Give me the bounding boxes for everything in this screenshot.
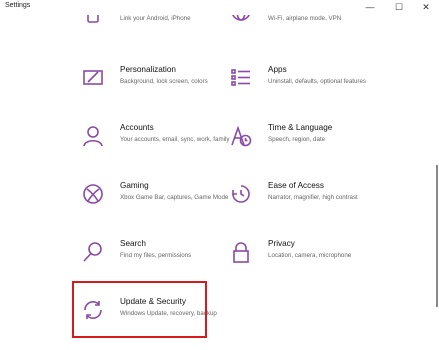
- tile-search[interactable]: Search Find my files, permissions: [82, 239, 242, 283]
- person-icon: [82, 125, 104, 147]
- tile-accounts[interactable]: Accounts Your accounts, email, sync, wor…: [82, 123, 242, 167]
- tile-apps[interactable]: Apps Uninstall, defaults, optional featu…: [230, 65, 390, 109]
- tile-accounts-title: Accounts: [120, 123, 154, 132]
- personalization-icon: [82, 67, 104, 89]
- tile-ease-of-access-title: Ease of Access: [268, 181, 324, 190]
- tile-phone-desc: Link your Android, iPhone: [120, 15, 191, 22]
- phone-icon: [82, 15, 104, 25]
- tile-gaming-title: Gaming: [120, 181, 149, 190]
- tile-search-desc: Find my files, permissions: [120, 252, 192, 259]
- search-icon: [82, 241, 104, 263]
- scrollbar[interactable]: [436, 165, 438, 307]
- tile-ease-of-access[interactable]: Ease of Access Narrator, magnifier, high…: [230, 181, 390, 225]
- close-button[interactable]: ✕: [413, 0, 439, 15]
- tile-ease-of-access-desc: Narrator, magnifier, high contrast: [268, 194, 358, 201]
- tile-time-language-desc: Speech, region, date: [268, 136, 326, 143]
- tile-time-language[interactable]: Time & Language Speech, region, date: [230, 123, 390, 167]
- tile-personalization[interactable]: Personalization Background, lock screen,…: [82, 65, 242, 109]
- tile-network-desc: Wi-Fi, airplane mode, VPN: [268, 15, 342, 22]
- tile-apps-desc: Uninstall, defaults, optional features: [268, 78, 367, 85]
- tile-personalization-desc: Background, lock screen, colors: [120, 78, 208, 85]
- tile-privacy-title: Privacy: [268, 239, 295, 248]
- tile-gaming-desc: Xbox Game Bar, captures, Game Mode: [120, 194, 229, 201]
- xbox-icon: [82, 183, 104, 205]
- tile-accounts-desc: Your accounts, email, sync, work, family: [120, 136, 230, 143]
- tile-apps-title: Apps: [268, 65, 287, 74]
- globe-icon: [230, 15, 252, 25]
- settings-grid: Link your Android, iPhone Wi-Fi, airplan…: [0, 15, 439, 350]
- lock-icon: [230, 241, 252, 263]
- window-title: Settings: [5, 2, 31, 9]
- tile-privacy[interactable]: Privacy Location, camera, microphone: [230, 239, 390, 283]
- time-language-icon: [230, 125, 252, 147]
- tile-gaming[interactable]: Gaming Xbox Game Bar, captures, Game Mod…: [82, 181, 242, 225]
- tile-privacy-desc: Location, camera, microphone: [268, 252, 352, 259]
- apps-icon: [230, 67, 252, 89]
- minimize-button[interactable]: —: [357, 0, 383, 15]
- highlight-box: [72, 281, 207, 338]
- tile-personalization-title: Personalization: [120, 65, 176, 74]
- maximize-button[interactable]: ☐: [386, 0, 412, 15]
- tile-search-title: Search: [120, 239, 146, 248]
- tile-network[interactable]: Wi-Fi, airplane mode, VPN: [230, 15, 390, 59]
- tile-phone[interactable]: Link your Android, iPhone: [82, 15, 242, 59]
- title-bar: Settings — ☐ ✕: [0, 0, 439, 15]
- tile-time-language-title: Time & Language: [268, 123, 333, 132]
- ease-of-access-icon: [230, 183, 252, 205]
